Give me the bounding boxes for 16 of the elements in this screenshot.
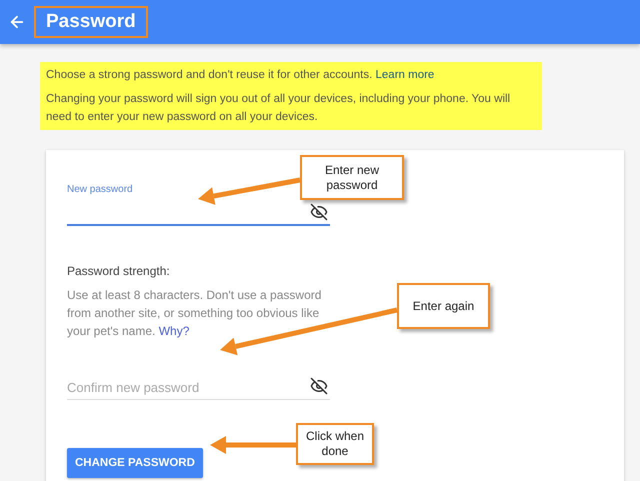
visibility-off-icon[interactable] (310, 377, 328, 395)
why-link[interactable]: Why? (158, 324, 190, 338)
callout: Click when done (296, 423, 374, 465)
strength-hint: Use at least 8 characters. Don't use a password from another site, or something too obvious like your pet's name. Why? (67, 287, 322, 340)
learn-more-link[interactable]: Learn more (376, 69, 434, 81)
back-button[interactable] (8, 13, 26, 31)
notice-text: Choose a strong password and don't reuse it for other accounts. Learn more (46, 68, 436, 83)
callout: Enter new password (300, 155, 404, 200)
notice-text: Changing your password will sign you out of all your devices, including your phone. You will need to enter your new password on all your devices. (46, 92, 512, 125)
visibility-off-icon[interactable] (310, 203, 328, 221)
confirm-password-field[interactable]: Confirm new password (67, 376, 330, 400)
page-title: Password (34, 6, 148, 38)
strength-title: Password strength: (67, 264, 171, 278)
field-label: New password (67, 184, 133, 195)
callout: Enter again (397, 283, 490, 329)
change-password-button[interactable]: CHANGE PASSWORD (67, 448, 203, 478)
